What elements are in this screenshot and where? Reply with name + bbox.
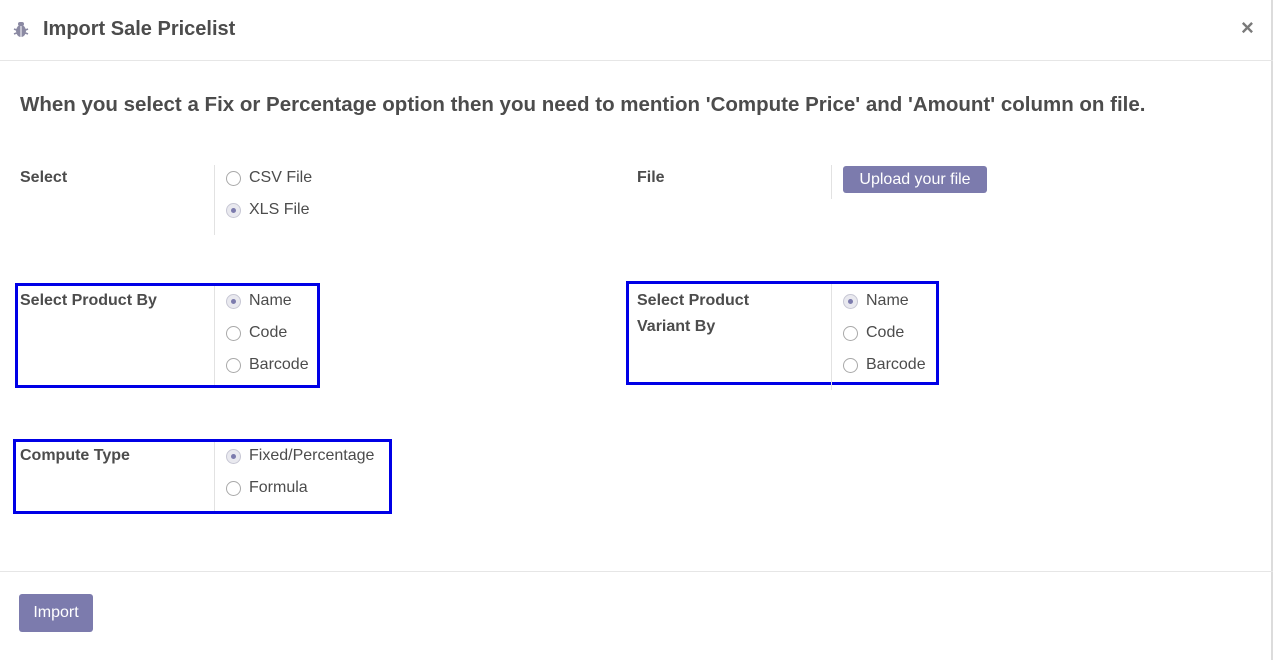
upload-file-button[interactable]: Upload your file (843, 166, 987, 193)
select-variant-by-label: Select Product Variant By (637, 288, 749, 340)
xls-file-radio[interactable] (226, 203, 241, 218)
variant-barcode-option[interactable]: Barcode (866, 355, 926, 375)
xls-file-option[interactable]: XLS File (249, 200, 309, 220)
instruction-notice: When you select a Fix or Percentage opti… (20, 93, 1146, 116)
import-button[interactable]: Import (19, 594, 93, 632)
select-variant-by-label-line1: Select Product (637, 292, 750, 309)
variant-code-radio[interactable] (843, 326, 858, 341)
dialog-title: Import Sale Pricelist (43, 18, 236, 40)
field-separator (214, 286, 215, 385)
field-separator (831, 284, 832, 390)
select-label: Select (20, 169, 68, 186)
csv-file-option[interactable]: CSV File (249, 168, 312, 188)
bug-icon (13, 22, 29, 37)
field-separator (831, 165, 832, 199)
product-name-radio[interactable] (226, 294, 241, 309)
formula-option[interactable]: Formula (249, 478, 308, 498)
formula-radio[interactable] (226, 481, 241, 496)
select-variant-by-label-line2: Variant By (637, 318, 716, 335)
field-separator (214, 442, 215, 511)
product-name-option[interactable]: Name (249, 291, 292, 311)
dialog-header: Import Sale Pricelist × (0, 0, 1273, 61)
file-label: File (637, 169, 665, 186)
product-code-radio[interactable] (226, 326, 241, 341)
compute-type-label: Compute Type (20, 447, 130, 464)
variant-code-option[interactable]: Code (866, 323, 904, 343)
dialog-footer: Import (0, 571, 1273, 660)
field-separator (214, 165, 215, 235)
product-barcode-option[interactable]: Barcode (249, 355, 309, 375)
variant-barcode-radio[interactable] (843, 358, 858, 373)
product-code-option[interactable]: Code (249, 323, 287, 343)
fixed-percentage-radio[interactable] (226, 449, 241, 464)
product-barcode-radio[interactable] (226, 358, 241, 373)
select-product-by-label: Select Product By (20, 292, 157, 309)
csv-file-radio[interactable] (226, 171, 241, 186)
variant-name-option[interactable]: Name (866, 291, 909, 311)
import-dialog: Import Sale Pricelist × When you select … (0, 0, 1273, 660)
fixed-percentage-option[interactable]: Fixed/Percentage (249, 446, 374, 466)
variant-name-radio[interactable] (843, 294, 858, 309)
close-icon[interactable]: × (1241, 15, 1254, 41)
